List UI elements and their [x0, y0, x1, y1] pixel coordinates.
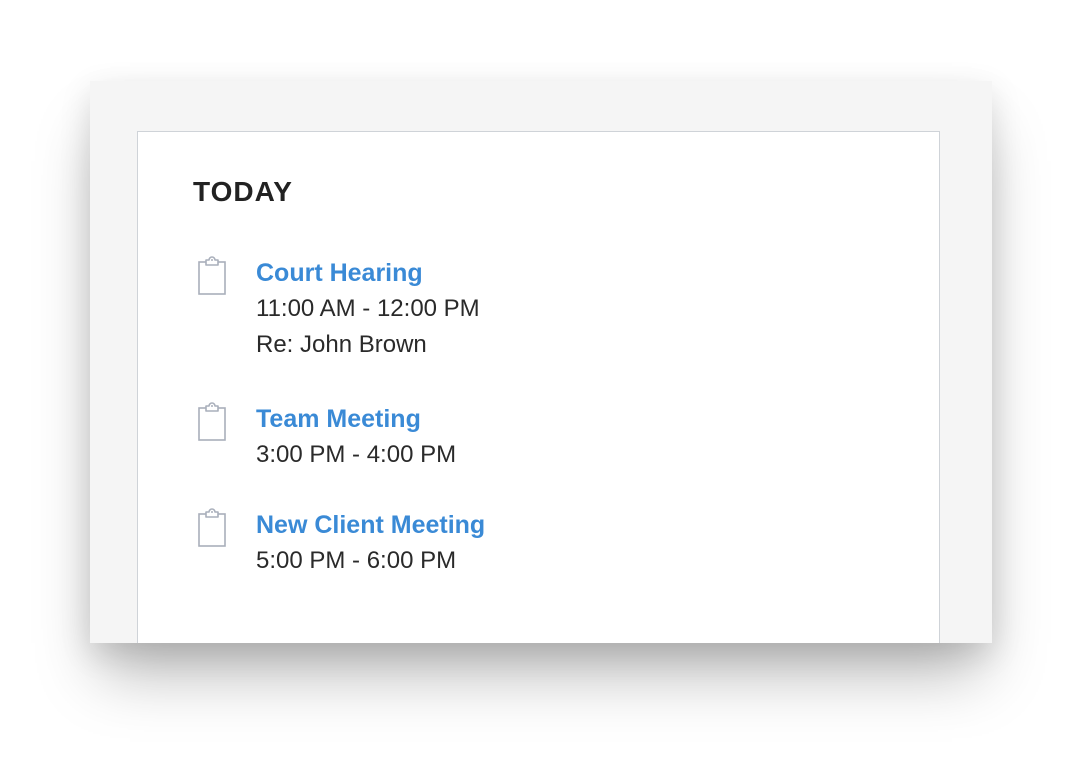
event-note: Re: John Brown [256, 331, 427, 358]
event-title[interactable]: Court Hearing [256, 255, 480, 291]
event-time: 11:00 AM - 12:00 PM [256, 295, 480, 322]
clipboard-icon [198, 508, 226, 547]
clipboard-icon [198, 402, 226, 441]
clipboard-icon [198, 256, 226, 295]
section-heading: TODAY [193, 176, 293, 207]
event-title[interactable]: Team Meeting [256, 401, 456, 437]
event-time: 3:00 PM - 4:00 PM [256, 441, 457, 468]
agenda-card: TODAY Court Hearing 11:00 AM - 12:00 PM … [137, 131, 940, 643]
event-title[interactable]: New Client Meeting [256, 507, 485, 543]
event-time: 5:00 PM - 6:00 PM [256, 547, 457, 574]
app-window: TODAY Court Hearing 11:00 AM - 12:00 PM … [90, 81, 992, 643]
